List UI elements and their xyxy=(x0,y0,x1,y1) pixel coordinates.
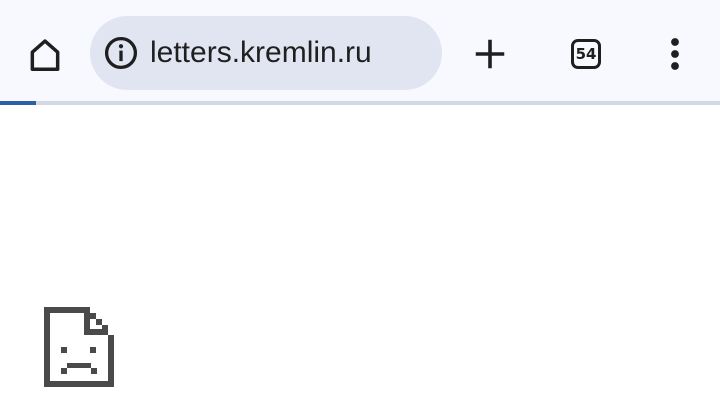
new-tab-button[interactable] xyxy=(466,30,514,78)
browser-toolbar: letters.kremlin.ru 54 xyxy=(0,0,720,102)
tab-count-box: 54 xyxy=(571,39,601,69)
tab-switcher-button[interactable]: 54 xyxy=(562,30,610,78)
more-vert-icon xyxy=(671,38,679,70)
tab-count: 54 xyxy=(575,45,597,63)
page-load-progress-bar xyxy=(0,101,720,105)
site-info-button[interactable] xyxy=(102,34,140,72)
address-bar[interactable]: letters.kremlin.ru xyxy=(90,16,442,90)
url-text[interactable]: letters.kremlin.ru xyxy=(150,16,372,90)
info-icon xyxy=(104,36,138,70)
plus-icon xyxy=(475,39,505,69)
page-load-progress-fill xyxy=(0,101,36,105)
home-icon xyxy=(30,39,60,71)
more-menu-button[interactable] xyxy=(652,30,698,78)
sad-page-icon xyxy=(44,307,114,387)
home-button[interactable] xyxy=(20,30,70,80)
